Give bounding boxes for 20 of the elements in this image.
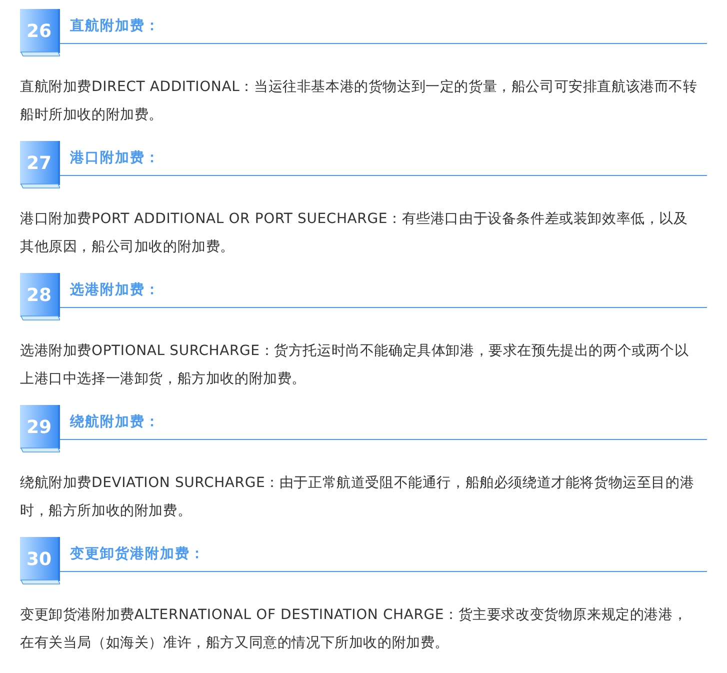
- number-badge: 27: [20, 141, 60, 185]
- number-badge: 26: [20, 9, 60, 53]
- section-title: 港口附加费：: [70, 150, 160, 166]
- section-paragraph: 直航附加费DIRECT ADDITIONAL：当运往非基本港的货物达到一定的货量，船公司可安排直航该港而不转船时所加收的附加费。: [20, 78, 698, 125]
- number-badge: 29: [20, 405, 60, 449]
- scroll-curl-icon: [20, 579, 60, 585]
- scroll-curl-icon: [20, 315, 60, 321]
- section-paragraph: 港口附加费PORT ADDITIONAL OR PORT SUECHARGE：有些港口由于设备条件差或装卸效率低，以及其他原因，船公司加收的附加费。: [20, 210, 689, 257]
- section-paragraph: 选港附加费OPTIONAL SURCHARGE：货方托运时尚不能确定具体卸港，要求在预先提出的两个或两个以上港口中选择一港卸货，船方加收的附加费。: [20, 342, 690, 389]
- scroll-curl-icon: [20, 183, 60, 189]
- number-badge: 28: [20, 273, 60, 317]
- section-title: 直航附加费：: [70, 18, 160, 34]
- scroll-curl-icon: [20, 447, 60, 453]
- section-title: 选港附加费：: [70, 282, 160, 298]
- scroll-curl-icon: [20, 51, 60, 57]
- number-badge: 30: [20, 537, 60, 581]
- section-paragraph: 变更卸货港附加费ALTERNATIONAL OF DESTINATION CHARGE：货主要求改变货物原来规定的港港，在有关当局（如海关）准许，船方又同意的情况下所加收的附加费。: [20, 606, 688, 653]
- section-paragraph: 绕航附加费DEVIATION SURCHARGE：由于正常航道受阻不能通行，船舶必须绕道才能将货物运至目的港时，船方所加收的附加费。: [20, 474, 696, 521]
- section-title: 绕航附加费：: [70, 414, 160, 430]
- section-title: 变更卸货港附加费：: [70, 546, 205, 562]
